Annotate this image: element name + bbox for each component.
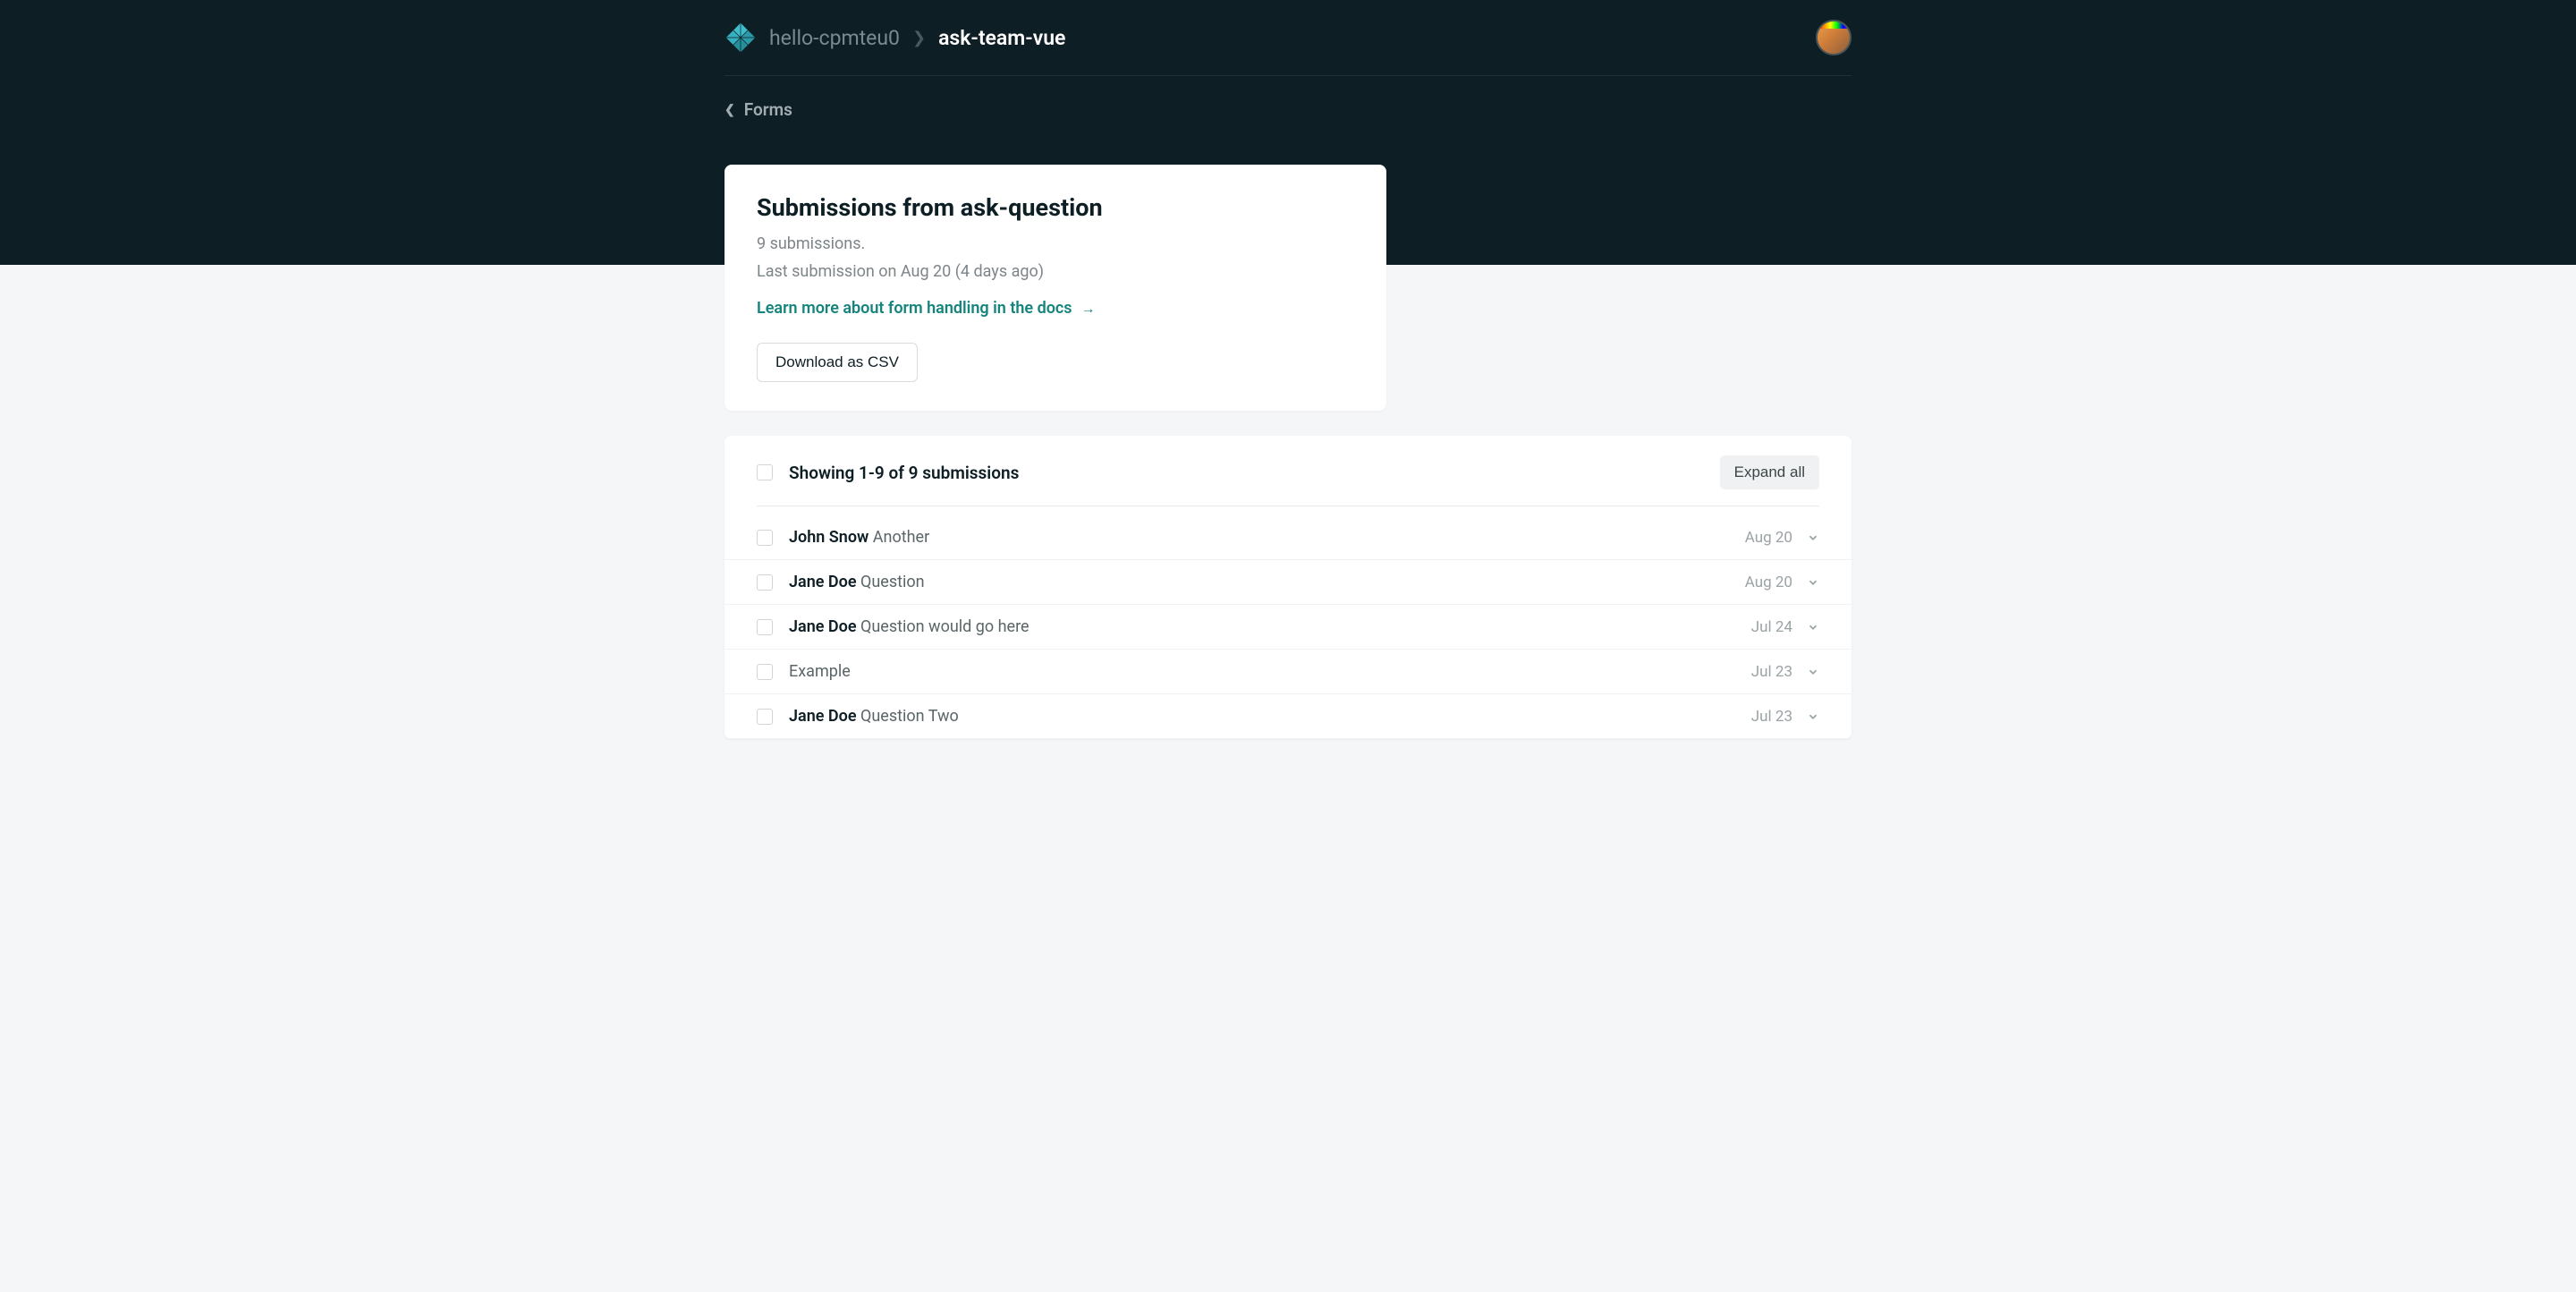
netlify-logo-icon[interactable] bbox=[724, 21, 757, 54]
row-text: John Snow Another bbox=[789, 528, 929, 547]
docs-link-text: Learn more about form handling in the do… bbox=[757, 299, 1072, 318]
back-label: Forms bbox=[744, 99, 792, 120]
content-area: Submissions from ask-question 9 submissi… bbox=[707, 165, 1869, 739]
table-row[interactable]: John Snow Another Aug 20 bbox=[724, 506, 1852, 560]
chevron-left-icon: ❮ bbox=[724, 103, 735, 117]
row-name: Jane Doe bbox=[789, 573, 857, 591]
table-row[interactable]: Jane Doe Question Two Jul 23 bbox=[724, 694, 1852, 739]
row-text: Jane Doe Question Two bbox=[789, 707, 959, 726]
row-checkbox[interactable] bbox=[757, 619, 773, 635]
avatar[interactable] bbox=[1816, 20, 1852, 55]
row-date: Aug 20 bbox=[1745, 574, 1792, 591]
chevron-right-icon: ❯ bbox=[912, 29, 926, 47]
row-checkbox[interactable] bbox=[757, 574, 773, 591]
list-header: Showing 1-9 of 9 submissions Expand all bbox=[724, 436, 1852, 506]
chevron-down-icon[interactable] bbox=[1807, 576, 1819, 589]
table-row[interactable]: Example Jul 23 bbox=[724, 650, 1852, 694]
summary-card: Submissions from ask-question 9 submissi… bbox=[724, 165, 1386, 411]
top-bar: hello-cpmteu0 ❯ ask-team-vue bbox=[724, 0, 1852, 76]
row-date: Jul 23 bbox=[1751, 663, 1792, 681]
row-text: Example bbox=[789, 662, 851, 681]
back-link[interactable]: ❮ Forms bbox=[724, 99, 792, 120]
submissions-list: Showing 1-9 of 9 submissions Expand all … bbox=[724, 436, 1852, 739]
submissions-count: 9 submissions. bbox=[757, 234, 1354, 253]
row-date: Aug 20 bbox=[1745, 529, 1792, 547]
arrow-right-icon: → bbox=[1081, 300, 1096, 318]
row-text: Jane Doe Question bbox=[789, 573, 925, 591]
chevron-down-icon[interactable] bbox=[1807, 621, 1819, 633]
download-csv-button[interactable]: Download as CSV bbox=[757, 343, 918, 382]
chevron-down-icon[interactable] bbox=[1807, 710, 1819, 723]
row-date: Jul 23 bbox=[1751, 708, 1792, 726]
row-checkbox[interactable] bbox=[757, 664, 773, 680]
last-submission: Last submission on Aug 20 (4 days ago) bbox=[757, 262, 1354, 281]
row-date: Jul 24 bbox=[1751, 618, 1792, 636]
row-text: Jane Doe Question would go here bbox=[789, 617, 1030, 636]
list-count-text: Showing 1-9 of 9 submissions bbox=[789, 463, 1019, 483]
row-checkbox[interactable] bbox=[757, 709, 773, 725]
chevron-down-icon[interactable] bbox=[1807, 531, 1819, 544]
row-name: John Snow bbox=[789, 528, 869, 547]
row-name: Jane Doe bbox=[789, 617, 857, 636]
row-checkbox[interactable] bbox=[757, 530, 773, 546]
table-row[interactable]: Jane Doe Question would go here Jul 24 bbox=[724, 605, 1852, 650]
breadcrumb-parent[interactable]: hello-cpmteu0 bbox=[769, 26, 900, 50]
select-all-checkbox[interactable] bbox=[757, 464, 773, 480]
breadcrumb: hello-cpmteu0 ❯ ask-team-vue bbox=[724, 21, 1065, 54]
expand-all-button[interactable]: Expand all bbox=[1720, 455, 1819, 489]
chevron-down-icon[interactable] bbox=[1807, 666, 1819, 678]
card-title: Submissions from ask-question bbox=[757, 193, 1354, 222]
table-row[interactable]: Jane Doe Question Aug 20 bbox=[724, 560, 1852, 605]
docs-link[interactable]: Learn more about form handling in the do… bbox=[757, 299, 1096, 318]
row-name: Jane Doe bbox=[789, 707, 857, 726]
breadcrumb-current: ask-team-vue bbox=[938, 26, 1065, 50]
